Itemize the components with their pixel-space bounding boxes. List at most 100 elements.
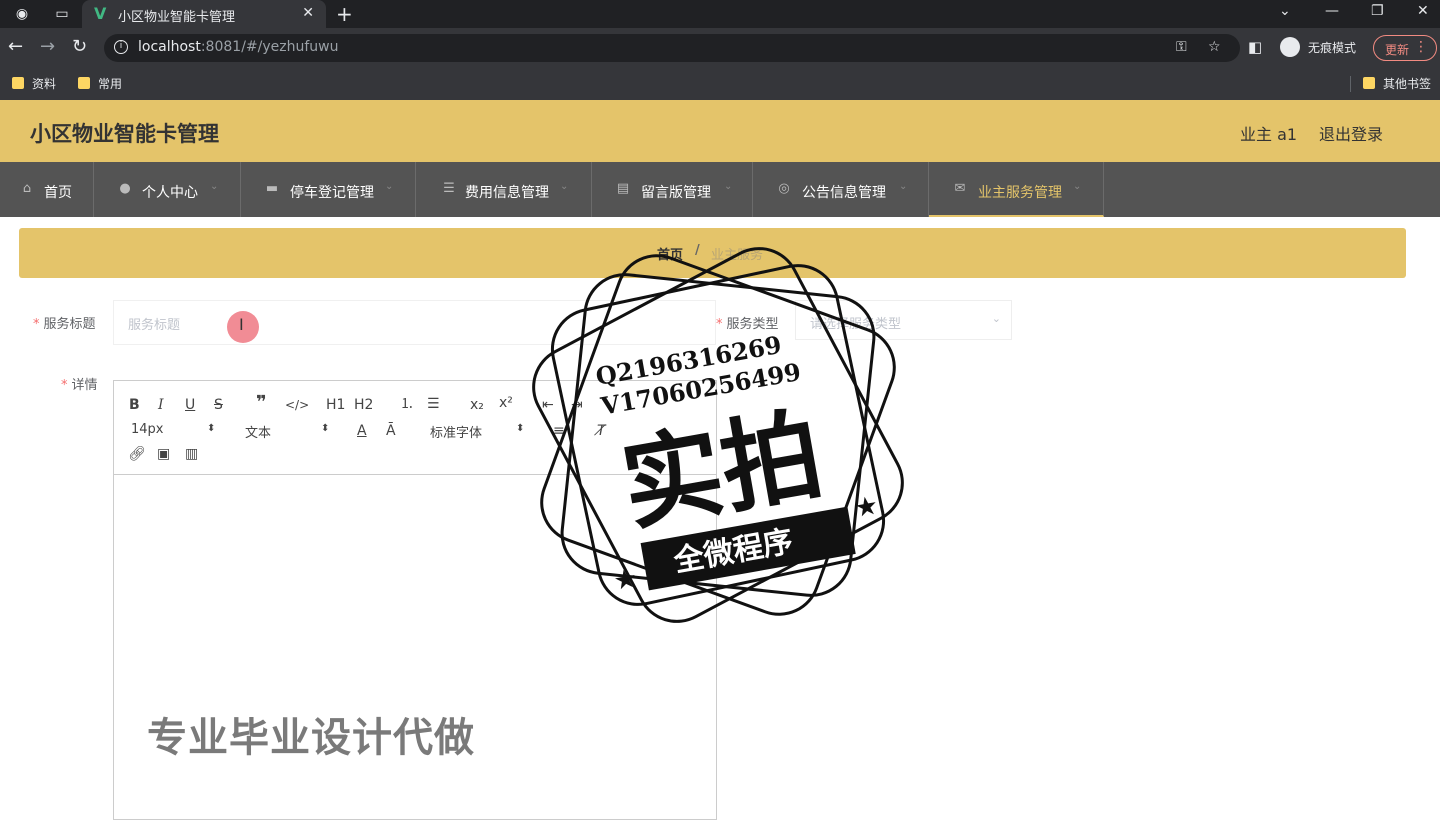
page: 小区物业智能卡管理 业主 a1 退出登录 ⌂ 首页 ● 个人中心 ⌄ ▬ 停车登… [0,100,1440,820]
chevron-down-icon: ⌄ [1073,181,1082,192]
font-family-value: 标准字体 [430,426,483,441]
menu-item-fees[interactable]: ☰ 费用信息管理 ⌄ [416,162,592,217]
bold-icon[interactable]: B [129,397,140,413]
star-icon: ★ [611,563,639,597]
user-icon: ● [119,181,131,196]
list-icon: ☰ [443,181,455,196]
menu-item-parking[interactable]: ▬ 停车登记管理 ⌄ [241,162,416,217]
current-user: 业主 a1 [1240,125,1298,144]
forward-icon[interactable]: → [40,36,55,57]
url-text: localhost:8081/#/yezhufuwu [138,39,339,55]
bookmark-label: 常用 [98,77,123,91]
blockquote-icon[interactable]: ❞ [256,394,267,412]
menu-label: 个人中心 [142,185,198,201]
address-bar[interactable]: i localhost:8081/#/yezhufuwu ⚿ ☆ [104,34,1240,62]
watermark-text: 专业毕业设计代做 [147,715,475,761]
ordered-list-icon[interactable]: ⒈ [400,396,414,412]
header-2-icon[interactable]: H2 [354,397,373,413]
underline-icon[interactable]: U [185,397,195,413]
header-1-icon[interactable]: H1 [326,397,345,413]
chevron-down-icon: ⌄ [899,181,908,192]
site-info-icon[interactable]: i [114,40,128,54]
home-icon: ⌂ [22,181,32,196]
font-size-value: 14px [131,422,164,437]
menu-item-owner-service[interactable]: ✉ 业主服务管理 ⌄ [929,162,1104,217]
tab-search-icon[interactable]: ▭ [54,6,70,22]
subscript-icon[interactable]: x₂ [470,397,484,413]
video-icon[interactable]: ▥ [185,446,198,462]
key-icon[interactable]: ⚿ [1176,39,1187,55]
compass-icon: ◎ [778,181,790,196]
other-bookmarks[interactable]: 其他书签 [1363,75,1435,93]
new-tab-icon[interactable]: + [336,2,353,26]
chevron-down-icon: ⌄ [210,181,219,192]
menu-item-home[interactable]: ⌂ 首页 [0,162,94,217]
menu-item-profile[interactable]: ● 个人中心 ⌄ [94,162,241,217]
link-icon[interactable]: 🔗︎ [128,446,146,462]
sidepanel-icon[interactable]: ◧ [1248,38,1262,56]
globe-icon[interactable]: ◉ [14,6,30,22]
menu-label: 费用信息管理 [465,185,549,201]
chevron-down-icon[interactable]: ⌄ [1279,3,1291,19]
background-color-icon[interactable]: Ā [386,423,396,439]
strikethrough-icon[interactable]: S [214,397,223,413]
browser-toolbar: ← → ↻ i localhost:8081/#/yezhufuwu ⚿ ☆ ◧… [0,28,1440,68]
menu-item-notices[interactable]: ◎ 公告信息管理 ⌄ [753,162,929,217]
chevron-down-icon: ⌄ [385,181,394,192]
update-button[interactable]: 更新 ⋮ [1373,35,1437,61]
chevron-down-icon: ⌄ [560,181,569,192]
select-arrows-icon: ⬍ [321,423,330,434]
star-icon[interactable]: ☆ [1208,39,1221,55]
star-icon: ★ [852,491,880,525]
superscript-icon[interactable]: x² [499,395,513,411]
update-label: 更新 [1385,43,1410,57]
bookmark-label: 其他书签 [1383,77,1432,91]
service-title-placeholder: 服务标题 [128,318,181,333]
image-icon[interactable]: ▣ [157,446,170,462]
document-icon: ▤ [616,181,630,196]
browser-tab[interactable]: V 小区物业智能卡管理 ✕ [82,0,326,28]
tab-title: 小区物业智能卡管理 [118,10,236,25]
mail-icon: ✉ [954,181,966,196]
folder-icon [78,77,90,89]
font-family-select[interactable]: 标准字体 ⬍ [430,422,526,441]
browser-tab-strip: ◉ ▭ V 小区物业智能卡管理 ✕ + ⌄ — ❐ ✕ [0,0,1440,28]
site-header: 小区物业智能卡管理 业主 a1 退出登录 [0,100,1440,162]
select-arrows-icon: ⬍ [516,423,525,434]
code-block-icon[interactable]: </> [285,397,309,413]
bookmarks-divider [1350,76,1351,92]
minimize-icon[interactable]: — [1325,3,1339,19]
menu-label: 停车登记管理 [290,185,374,201]
incognito-indicator[interactable]: 无痕模式 [1278,33,1368,61]
bookmark-folder-ziliao[interactable]: 资料 [12,75,72,93]
menu-label: 首页 [44,185,72,201]
folder-icon [12,77,24,89]
main-menu: ⌂ 首页 ● 个人中心 ⌄ ▬ 停车登记管理 ⌄ ☰ 费用信息管理 ⌄ ▤ 留言… [0,162,1440,217]
bookmarks-bar: 资料 常用 其他书签 [0,68,1440,100]
font-color-icon[interactable]: A [357,423,367,439]
heading-select[interactable]: 文本 ⬍ [245,422,331,441]
more-vert-icon[interactable]: ⋮ [1414,39,1428,55]
vue-logo-icon: V [94,4,107,23]
briefcase-icon: ▬ [265,181,279,196]
heading-value: 文本 [245,426,272,441]
reload-icon[interactable]: ↻ [72,36,87,57]
italic-icon[interactable]: I [158,397,164,413]
detail-label: * 详情 [61,378,98,393]
chevron-down-icon: ⌄ [724,181,733,192]
logout-link[interactable]: 退出登录 [1319,121,1383,145]
close-tab-icon[interactable]: ✕ [302,5,314,21]
chevron-down-icon: ⌄ [991,312,1001,325]
menu-label: 业主服务管理 [978,185,1062,201]
font-size-select[interactable]: 14px ⬍ [131,422,217,437]
watermark-stamp: Q2196316269 V17060256499 实拍 全微程序 ★ ★ [532,247,904,623]
menu-item-messages[interactable]: ▤ 留言版管理 ⌄ [592,162,753,217]
close-window-icon[interactable]: ✕ [1417,3,1429,19]
back-icon[interactable]: ← [8,36,23,57]
incognito-label: 无痕模式 [1308,41,1357,55]
folder-icon [1363,77,1375,89]
bullet-list-icon[interactable]: ☰ [427,396,440,412]
restore-icon[interactable]: ❐ [1371,3,1384,19]
bookmark-folder-changyong[interactable]: 常用 [78,75,138,93]
menu-label: 留言版管理 [641,185,711,201]
